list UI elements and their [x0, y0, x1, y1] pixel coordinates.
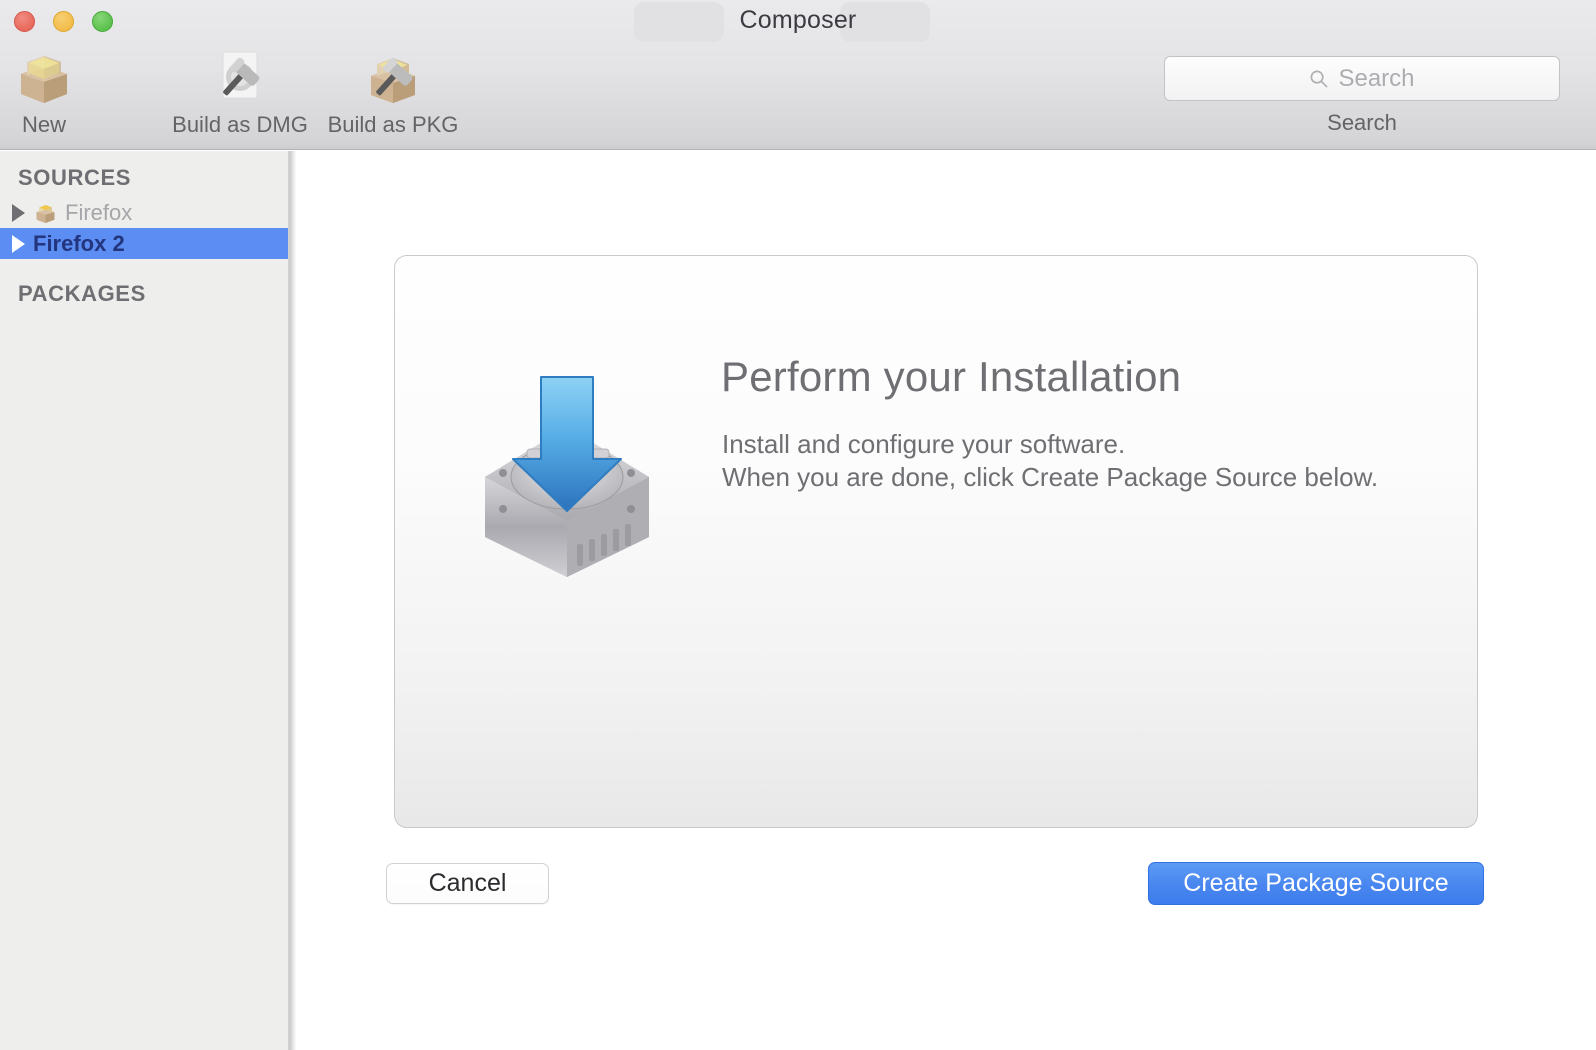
toolbar-label-build-dmg: Build as DMG — [172, 112, 308, 137]
main-content: Perform your Installation Install and co… — [296, 151, 1596, 1050]
card-description-line-2: When you are done, click Create Package … — [722, 462, 1379, 492]
composer-window: Composer New Build as DMG Build as PKG S… — [0, 0, 1596, 1050]
sidebar-item-firefox-2[interactable]: Firefox 2 — [0, 228, 288, 259]
search-placeholder-text: Search — [1338, 64, 1415, 92]
disclosure-triangle-icon[interactable] — [12, 203, 25, 222]
create-package-source-button[interactable]: Create Package Source — [1148, 862, 1484, 905]
card-description-line-1: Install and configure your software. — [722, 429, 1126, 459]
toolbar-search-group: Search Search — [1164, 56, 1560, 136]
sidebar-splitter[interactable] — [288, 151, 296, 1050]
toolbar-label-build-pkg: Build as PKG — [327, 112, 459, 137]
sidebar-header-packages: PACKAGES — [18, 281, 146, 306]
hammer-disk-icon — [168, 44, 312, 110]
window-title: Composer — [739, 6, 857, 34]
toolbar-button-new[interactable]: New — [0, 44, 88, 138]
sidebar-item-firefox[interactable]: Firefox — [0, 197, 288, 228]
sidebar-item-label: Firefox — [65, 199, 133, 225]
search-input[interactable]: Search — [1164, 56, 1560, 101]
disclosure-triangle-icon[interactable] — [12, 234, 25, 253]
hard-drive-download-icon — [481, 369, 653, 589]
toolbar-label-search: Search — [1327, 110, 1397, 135]
toolbar-button-build-dmg[interactable]: Build as DMG — [168, 44, 312, 138]
toolbar-button-build-pkg[interactable]: Build as PKG — [326, 44, 460, 138]
package-box-icon — [0, 44, 88, 110]
card-heading: Perform your Installation — [721, 353, 1182, 400]
window-toolbar: Composer New Build as DMG Build as PKG S… — [0, 0, 1596, 150]
sidebar: SOURCES Firefox Firefox 2 PACKAGES — [0, 151, 288, 1050]
hammer-package-icon — [326, 44, 460, 110]
toolbar-label-new: New — [21, 112, 66, 137]
search-icon — [1310, 70, 1328, 88]
sidebar-header-sources: SOURCES — [18, 165, 131, 190]
package-box-icon — [33, 200, 58, 225]
sidebar-item-label: Firefox 2 — [33, 230, 125, 256]
cancel-button[interactable]: Cancel — [386, 863, 549, 904]
installation-card: Perform your Installation Install and co… — [394, 255, 1478, 828]
card-description: Install and configure your software. Whe… — [722, 428, 1378, 494]
